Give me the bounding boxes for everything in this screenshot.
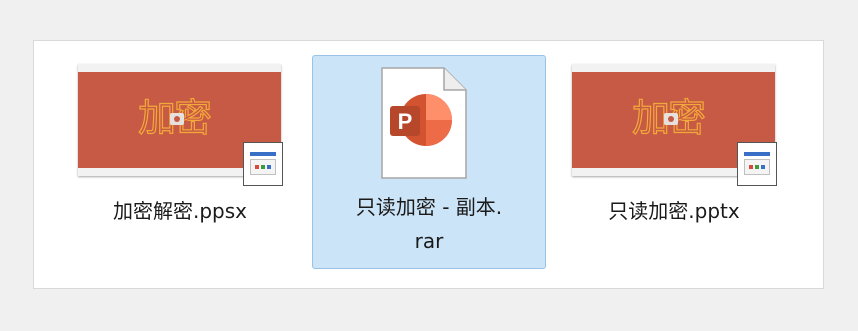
file-name: 加密解密.ppsx (112, 199, 247, 223)
thumb-cursor-icon (170, 113, 184, 125)
thumb-cursor-icon (664, 113, 678, 125)
powerpoint-letter: P (398, 109, 413, 134)
file-name: 只读加密.pptx (608, 199, 740, 223)
thumb-band (572, 64, 775, 72)
file-item-ppsx[interactable]: 加密 加密解密.ppsx (74, 55, 286, 269)
powerpoint-file-icon: P (381, 67, 467, 179)
document-overlay-icon (243, 142, 283, 186)
file-item-pptx[interactable]: 加密 只读加密.pptx (568, 55, 780, 269)
file-name: 只读加密 - 副本. rar (355, 195, 503, 253)
document-overlay-icon (737, 142, 777, 186)
file-item-rar[interactable]: P 只读加密 - 副本. rar (312, 55, 546, 269)
file-view-panel: 加密 加密解密.ppsx P 只读加密 - 副本. rar 加密 (33, 40, 824, 289)
thumb-band (78, 64, 281, 72)
